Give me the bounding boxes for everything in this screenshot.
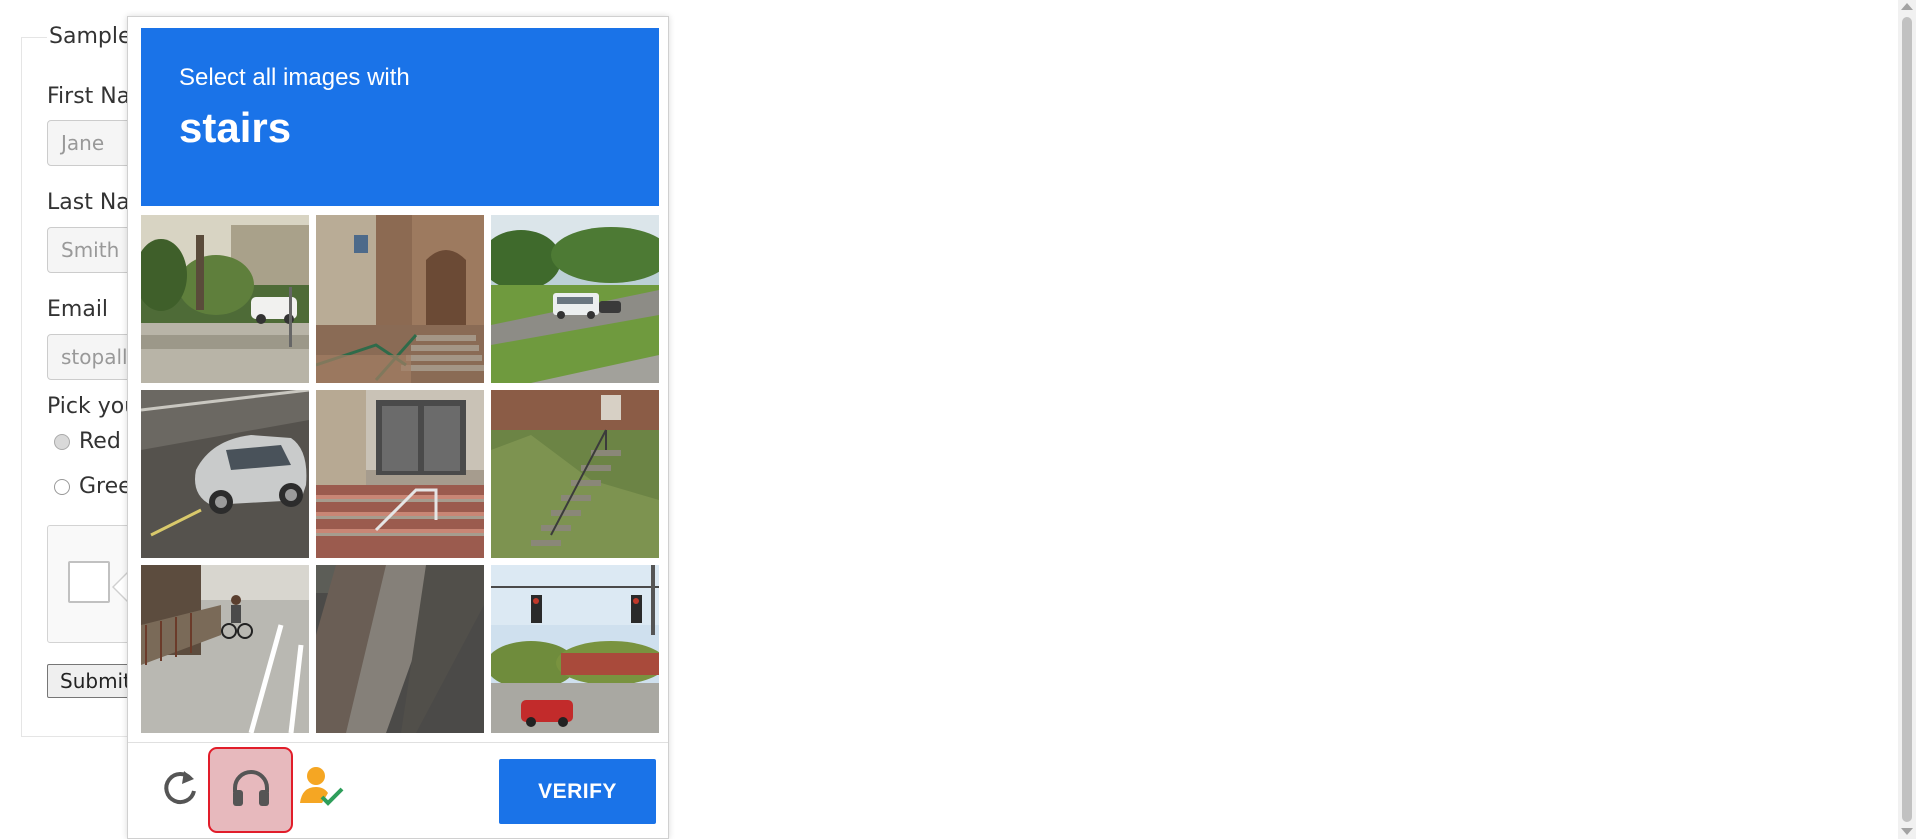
last-name-label: Last Nar [47,190,139,215]
help-button[interactable] [292,759,352,819]
form-legend: Sample [47,24,134,49]
headphones-icon [229,766,273,815]
verify-button[interactable]: VERIFY [499,759,656,824]
radio-red-label: Red [79,429,121,454]
challenge-header: Select all images with stairs [141,28,659,206]
image-tile-4[interactable] [141,390,309,558]
radio-red[interactable] [54,433,70,450]
radio-option-red[interactable]: Red [54,429,121,454]
user-check-icon [298,763,346,816]
email-label: Email [47,297,109,322]
recaptcha-checkbox[interactable] [68,561,110,603]
image-tile-7[interactable] [141,565,309,733]
captcha-challenge: Select all images with stairs VERIFY [127,16,669,839]
scroll-up-arrow-icon[interactable] [1901,3,1913,10]
image-tile-8[interactable] [316,565,484,733]
radio-green[interactable] [54,478,70,495]
scroll-down-arrow-icon[interactable] [1901,828,1913,835]
reload-icon [160,767,200,812]
image-tile-grid [141,215,659,733]
challenge-keyword: stairs [179,104,292,151]
image-tile-1[interactable] [141,215,309,383]
scrollbar-thumb[interactable] [1902,17,1912,822]
challenge-footer: VERIFY [128,742,668,839]
image-tile-9[interactable] [491,565,659,733]
image-tile-6[interactable] [491,390,659,558]
audio-challenge-button[interactable] [208,747,293,833]
first-name-label: First Nar [47,84,140,109]
color-label: Pick you [47,394,139,419]
image-tile-2[interactable] [316,215,484,383]
image-tile-3[interactable] [491,215,659,383]
image-tile-5[interactable] [316,390,484,558]
challenge-instruction: Select all images with [179,64,410,91]
reload-button[interactable] [150,759,210,819]
